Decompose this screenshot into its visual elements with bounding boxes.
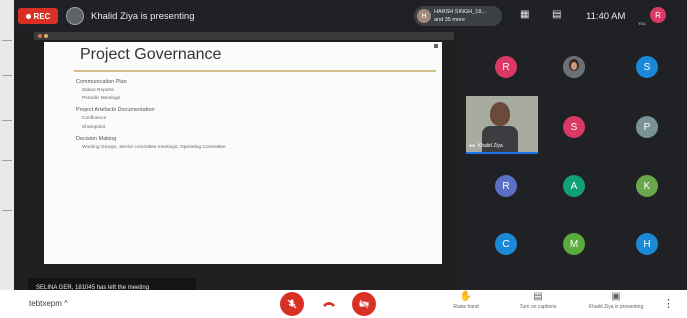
slide-sub-bullet: Periodic Meetings xyxy=(82,96,121,102)
window-min-dot-icon xyxy=(44,34,48,38)
participant-photo-icon xyxy=(563,56,585,78)
strip-line xyxy=(2,160,12,161)
strip-line xyxy=(2,120,12,121)
mic-off-icon xyxy=(287,299,297,309)
slide-divider xyxy=(74,70,436,72)
participant-chip-more: and 35 more xyxy=(434,17,465,23)
presenting-text: Khalid Ziya is presenting xyxy=(91,11,195,22)
mic-toggle-button[interactable] xyxy=(280,292,304,316)
slide-bullet: Decision Making xyxy=(76,135,117,142)
participant-tile[interactable]: S xyxy=(636,56,658,78)
presenting-button[interactable]: ▣ Khalid Ziya is presenting xyxy=(586,291,646,310)
participant-chip-name: HARSH SINGH_18... xyxy=(434,9,486,15)
presentation-area: Project Governance Communication Plan St… xyxy=(14,32,454,314)
camera-off-icon xyxy=(359,299,369,309)
speaker-body xyxy=(482,126,518,152)
slide-bullet: Communication Plan xyxy=(76,79,127,85)
slide-body: Communication Plan Status Reports Period… xyxy=(76,79,226,150)
participant-tile[interactable]: A xyxy=(563,175,585,197)
speaker-name: Khalid Ziya xyxy=(478,143,503,149)
raise-hand-label: Raise hand xyxy=(453,304,479,310)
clock: 11:40 AM xyxy=(586,11,626,22)
participants-chip[interactable]: H HARSH SINGH_18... and 35 more xyxy=(414,6,502,26)
bottom-bar: tebtxepm ^ ✋ Raise hand ▤ Turn on captio… xyxy=(0,290,687,318)
participant-tile[interactable]: P xyxy=(636,116,658,138)
strip-line xyxy=(2,40,12,41)
present-screen-icon: ▣ xyxy=(611,291,621,302)
speaker-name-label: ●● Khalid Ziya xyxy=(469,143,503,149)
participant-tile[interactable]: C xyxy=(495,233,517,255)
participant-tile[interactable]: R xyxy=(495,175,517,197)
slide-bullet: Project Artefacts Documentation xyxy=(76,107,155,114)
speaking-indicator-icon: ●● xyxy=(469,143,476,149)
meeting-code: tebtxepm xyxy=(29,299,62,308)
hang-up-icon xyxy=(323,302,335,307)
chat-icon[interactable]: ▤ xyxy=(552,9,561,20)
presenter-avatar xyxy=(66,7,84,25)
top-bar: REC Khalid Ziya is presenting H HARSH SI… xyxy=(14,0,687,32)
participants-grid: R S ●● Khalid Ziya S P R A K C M H xyxy=(454,32,687,290)
slide-sub-bullet: Confluence xyxy=(82,116,107,122)
captions-label: Turn on captions xyxy=(519,304,557,310)
raise-hand-button[interactable]: ✋ Raise hand xyxy=(436,291,496,310)
recording-label: REC xyxy=(33,11,51,21)
participant-tile[interactable]: K xyxy=(636,175,658,197)
meet-window: REC Khalid Ziya is presenting H HARSH SI… xyxy=(0,0,687,318)
participant-chip-avatar: H xyxy=(417,9,431,23)
recording-badge: REC xyxy=(18,8,58,24)
captions-button[interactable]: ▤ Turn on captions xyxy=(508,291,568,310)
slide-sub-bullet: Sharepoint xyxy=(82,124,106,130)
active-speaker-tile[interactable]: ●● Khalid Ziya xyxy=(466,96,538,154)
participant-tile[interactable]: M xyxy=(563,233,585,255)
presenting-label: Khalid Ziya is presenting xyxy=(588,304,644,310)
slide-sub-bullet: Status Reports xyxy=(82,88,114,94)
chevron-up-icon: ^ xyxy=(64,299,68,308)
presentation-slide: Project Governance Communication Plan St… xyxy=(44,42,442,264)
slide-title: Project Governance xyxy=(80,46,222,63)
window-close-dot-icon xyxy=(38,34,42,38)
camera-toggle-button[interactable] xyxy=(352,292,376,316)
strip-line xyxy=(2,210,12,211)
speaker-head xyxy=(490,102,510,126)
people-icon[interactable]: ▦ xyxy=(520,9,529,20)
slide-sub-bullet: Working Groups, Senior committee meeting… xyxy=(82,144,226,150)
left-edge-strip xyxy=(0,0,14,290)
self-avatar[interactable]: R xyxy=(650,7,666,23)
participant-photo-tile[interactable] xyxy=(563,56,585,78)
captions-icon: ▤ xyxy=(533,291,543,302)
recording-dot-icon xyxy=(25,13,31,19)
participant-tile[interactable]: S xyxy=(563,116,585,138)
shared-window-titlebar xyxy=(34,32,454,40)
meeting-details-toggle[interactable]: tebtxepm ^ xyxy=(29,299,68,308)
slide-close-icon xyxy=(434,44,438,48)
hand-icon: ✋ xyxy=(459,291,473,302)
participant-tile[interactable]: R xyxy=(495,56,517,78)
leave-call-button[interactable] xyxy=(317,292,341,316)
participant-tile[interactable]: H xyxy=(636,233,658,255)
strip-line xyxy=(2,75,12,76)
more-options-icon[interactable]: ⋮ xyxy=(663,297,674,310)
self-label: You xyxy=(638,21,646,26)
